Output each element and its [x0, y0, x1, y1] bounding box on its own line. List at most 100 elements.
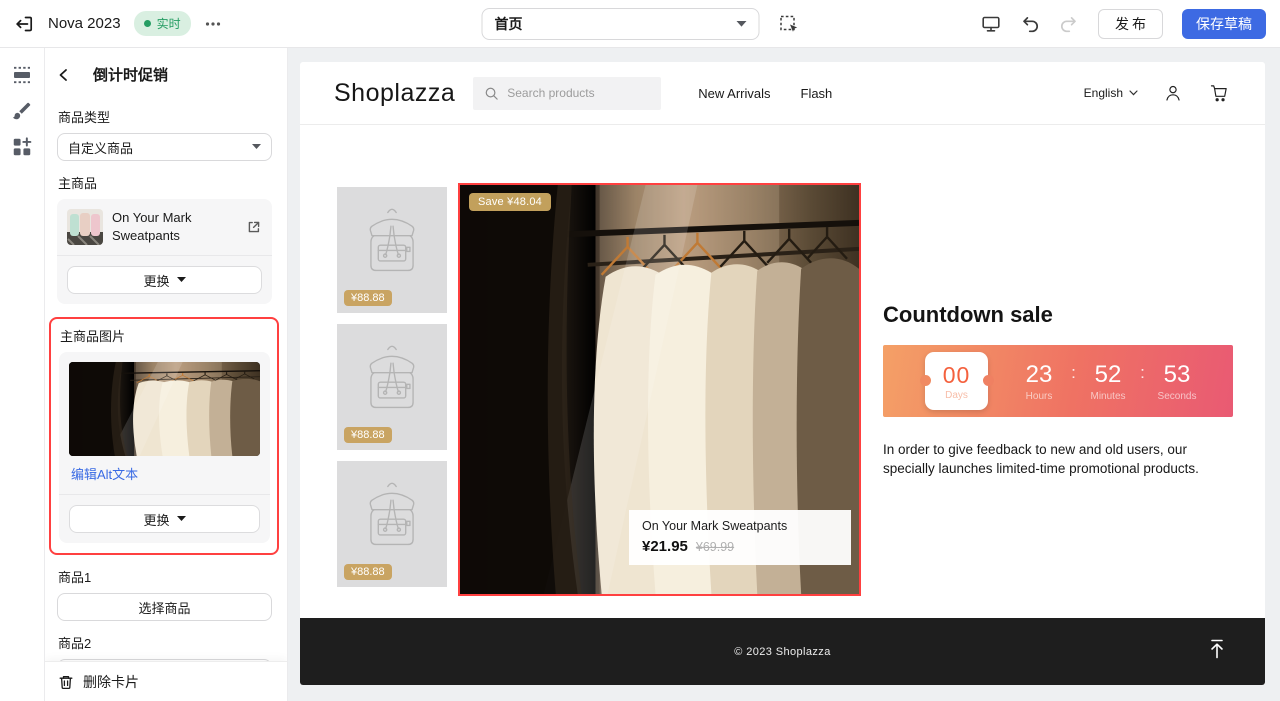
- sidebar-item-add-blocks[interactable]: [11, 136, 33, 158]
- store-nav: New Arrivals Flash: [698, 86, 832, 101]
- change-image-button[interactable]: 更换: [69, 505, 260, 533]
- delete-card-button[interactable]: 删除卡片: [45, 661, 287, 701]
- panel-title: 倒计时促销: [93, 64, 168, 85]
- price-badge: ¥88.88: [344, 564, 392, 580]
- redo-icon: [1059, 14, 1079, 34]
- colon-separator: :: [1067, 363, 1080, 383]
- seconds-label: Seconds: [1149, 391, 1205, 402]
- caret-down-icon: [252, 144, 261, 150]
- product-thumb-3[interactable]: ¥88.88: [337, 461, 447, 587]
- divider: [57, 255, 272, 256]
- live-status-badge: 实时: [134, 11, 191, 36]
- main-image-card: 编辑Alt文本 更换: [59, 352, 270, 543]
- cart-button[interactable]: [1208, 82, 1230, 104]
- nav-item-flash[interactable]: Flash: [801, 86, 833, 101]
- hours-value: 23: [1011, 361, 1067, 389]
- product-thumb-1[interactable]: ¥88.88: [337, 187, 447, 313]
- price-badge: ¥88.88: [344, 290, 392, 306]
- main-image-thumbnail: [69, 362, 260, 456]
- select-element-tool-button[interactable]: [779, 14, 799, 34]
- chevron-down-icon: [737, 21, 747, 27]
- price-badge: ¥88.88: [344, 427, 392, 443]
- product-info-overlay: On Your Mark Sweatpants ¥21.95 ¥69.99: [629, 510, 851, 565]
- main-product-label: 主商品: [58, 173, 272, 192]
- product-type-select[interactable]: 自定义商品: [57, 133, 272, 161]
- edit-alt-text-link[interactable]: 编辑Alt文本: [71, 464, 138, 483]
- product1-label: 商品1: [58, 567, 272, 586]
- sections-icon: [11, 64, 33, 86]
- sidebar-item-sections[interactable]: [11, 64, 33, 86]
- exit-editor-button[interactable]: [13, 13, 35, 35]
- publish-button[interactable]: 发布: [1098, 9, 1163, 39]
- divider: [59, 494, 270, 495]
- caret-down-icon: [177, 516, 186, 522]
- product-thumbnail: [67, 209, 103, 245]
- page-selector-dropdown[interactable]: 首页: [482, 8, 760, 40]
- editor-topbar: Nova 2023 实时 首页 发布 保存草稿: [0, 0, 1280, 48]
- account-button[interactable]: [1162, 82, 1184, 104]
- original-price: ¥69.99: [696, 540, 734, 554]
- main-image-label: 主商品图片: [60, 326, 270, 345]
- save-badge: Save ¥48.04: [469, 193, 551, 211]
- current-price: ¥21.95: [642, 538, 688, 555]
- page-selector-value: 首页: [495, 14, 737, 34]
- more-menu-button[interactable]: [204, 15, 222, 33]
- nav-item-new-arrivals[interactable]: New Arrivals: [698, 86, 770, 101]
- product-thumbnail-column: ¥88.88 ¥88.88 ¥88.88: [337, 187, 447, 587]
- store-footer: © 2023 Shoplazza: [300, 618, 1265, 685]
- store-preview: Shoplazza New Arrivals Flash English ¥88…: [300, 62, 1265, 685]
- exit-icon: [13, 13, 35, 35]
- colon-separator: :: [1136, 363, 1149, 383]
- countdown-main-image-selected[interactable]: Save ¥48.04 On Your Mark Sweatpants ¥21.…: [458, 183, 861, 596]
- minutes-label: Minutes: [1080, 391, 1136, 402]
- store-search-box[interactable]: [473, 77, 661, 110]
- caret-down-icon: [177, 277, 186, 283]
- more-icon: [204, 15, 222, 33]
- overlay-product-name: On Your Mark Sweatpants: [642, 519, 838, 533]
- chevron-down-icon: [1129, 90, 1138, 96]
- seconds-value: 53: [1149, 361, 1205, 389]
- countdown-title: Countdown sale: [883, 302, 1053, 328]
- open-product-button[interactable]: [246, 219, 262, 235]
- product-type-label: 商品类型: [58, 107, 272, 126]
- product-thumb-2[interactable]: ¥88.88: [337, 324, 447, 450]
- add-blocks-icon: [11, 136, 33, 158]
- undo-icon: [1020, 14, 1040, 34]
- external-link-icon: [246, 219, 262, 235]
- sidebar-item-theme-styles[interactable]: [11, 100, 33, 122]
- product-type-value: 自定义商品: [68, 138, 133, 157]
- product2-label: 商品2: [58, 633, 272, 652]
- editor-sidebar: [0, 48, 45, 701]
- days-value: 00: [943, 362, 971, 389]
- trash-icon: [58, 674, 74, 690]
- theme-name: Nova 2023: [48, 15, 121, 32]
- scroll-top-icon: [1206, 637, 1228, 661]
- desktop-icon: [981, 14, 1001, 34]
- scroll-to-top-button[interactable]: [1206, 637, 1228, 661]
- minutes-value: 52: [1080, 361, 1136, 389]
- main-image-field-group-highlighted: 主商品图片 编辑Alt文本 更换: [49, 317, 279, 555]
- main-product-card: On Your Mark Sweatpants 更换: [57, 199, 272, 304]
- product-name: On Your Mark Sweatpants: [112, 209, 237, 244]
- save-draft-button[interactable]: 保存草稿: [1182, 9, 1266, 39]
- countdown-banner: 00 Days 23 Hours : 52 Minutes : 53 Secon…: [883, 345, 1233, 417]
- select-element-icon: [779, 14, 799, 34]
- days-label: Days: [945, 390, 968, 401]
- select-product1-button[interactable]: 选择商品: [57, 593, 272, 621]
- search-icon: [484, 86, 499, 101]
- desktop-view-button[interactable]: [981, 14, 1001, 34]
- change-product-button[interactable]: 更换: [67, 266, 262, 294]
- settings-panel: 倒计时促销 商品类型 自定义商品 主商品 On Your Mark Sweatp…: [45, 48, 288, 701]
- language-selector[interactable]: English: [1084, 86, 1138, 100]
- countdown-days-ticket: 00 Days: [925, 352, 988, 410]
- countdown-description: In order to give feedback to new and old…: [883, 440, 1237, 479]
- live-dot-icon: [144, 20, 151, 27]
- redo-button[interactable]: [1059, 14, 1079, 34]
- back-button[interactable]: [57, 68, 71, 82]
- hours-label: Hours: [1011, 391, 1067, 402]
- undo-button[interactable]: [1020, 14, 1040, 34]
- theme-brush-icon: [11, 100, 33, 122]
- search-input[interactable]: [507, 86, 650, 100]
- back-chevron-icon: [57, 68, 71, 82]
- store-logo[interactable]: Shoplazza: [334, 79, 455, 108]
